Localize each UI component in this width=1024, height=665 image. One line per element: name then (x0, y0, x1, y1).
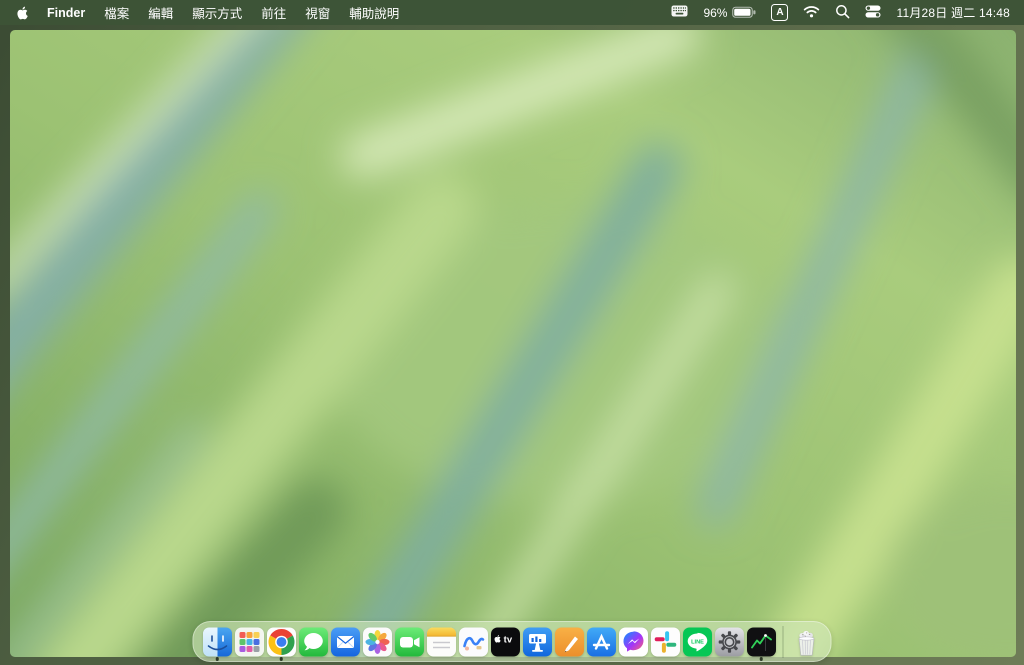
slack-icon (650, 627, 680, 656)
dock-item-notes[interactable] (426, 621, 457, 662)
photos-icon (362, 627, 392, 656)
running-indicator (279, 657, 283, 661)
menu-bar-status: 96% A 11月28日 週二 14:48 (671, 4, 1010, 22)
dock-item-stocks[interactable] (746, 621, 777, 662)
dock-separator (782, 625, 784, 658)
desktop-wallpaper (10, 30, 1016, 657)
menu-item-window[interactable]: 視窗 (305, 3, 330, 22)
trash-full-icon (798, 630, 814, 655)
dock-item-keynote[interactable] (522, 621, 553, 662)
dock-item-trash[interactable] (790, 621, 823, 662)
freeform-icon (458, 627, 488, 656)
facetime-icon (394, 627, 424, 656)
battery-full-icon (732, 6, 756, 18)
dock-item-system-settings[interactable] (714, 621, 745, 662)
dock-item-mail[interactable] (330, 621, 361, 662)
dock-item-apple-tv[interactable]: tv (490, 621, 521, 662)
line-icon: LINE (682, 627, 712, 656)
dock-item-launchpad[interactable] (234, 621, 265, 662)
running-indicator (759, 657, 763, 661)
dock-item-line[interactable]: LINE (682, 621, 713, 662)
dock-item-finder[interactable] (202, 621, 233, 662)
input-source-menu[interactable]: A (771, 4, 789, 21)
grass-wallpaper-image (10, 30, 1016, 657)
dock-item-slack[interactable] (650, 621, 681, 662)
menu-item-finder[interactable]: Finder (47, 6, 85, 20)
dock-item-pages[interactable] (554, 621, 585, 662)
dock-item-facetime[interactable] (394, 621, 425, 662)
messages-icon (298, 627, 328, 656)
search-icon[interactable] (835, 4, 850, 22)
dock-item-messenger[interactable] (618, 621, 649, 662)
messenger-icon (618, 627, 648, 656)
apple-menu[interactable] (14, 5, 28, 21)
battery-percent-label: 96% (703, 5, 728, 20)
apple-tv-label: tv (503, 634, 512, 645)
menu-item-edit[interactable]: 編輯 (148, 3, 173, 22)
dock-item-photos[interactable] (362, 621, 393, 662)
wifi-icon[interactable] (803, 5, 820, 21)
pages-icon (554, 627, 584, 656)
menu-bar-left: Finder 檔案 編輯 顯示方式 前往 視窗 輔助說明 (14, 3, 399, 22)
apple-logo-icon (17, 6, 28, 19)
control-center-icon[interactable] (865, 5, 881, 21)
dock-item-messages[interactable] (298, 621, 329, 662)
keyboard-icon[interactable] (671, 5, 688, 20)
stocks-icon (746, 627, 776, 656)
notes-icon (426, 627, 456, 656)
menu-item-go[interactable]: 前往 (261, 3, 286, 22)
menu-item-view[interactable]: 顯示方式 (192, 3, 242, 22)
app-store-icon (586, 627, 616, 656)
menu-item-help[interactable]: 輔助說明 (349, 3, 399, 22)
dock: tv LINE (192, 621, 832, 662)
launchpad-icon (234, 627, 264, 656)
mail-icon (330, 627, 360, 656)
running-indicator (215, 657, 219, 661)
line-label: LINE (691, 639, 704, 645)
dock-item-chrome[interactable] (266, 621, 297, 662)
keynote-icon (522, 627, 552, 656)
menu-item-file[interactable]: 檔案 (104, 3, 129, 22)
dock-item-freeform[interactable] (458, 621, 489, 662)
menu-bar: Finder 檔案 編輯 顯示方式 前往 視窗 輔助說明 96% A 11月28… (0, 0, 1024, 25)
system-settings-icon (714, 627, 744, 656)
chrome-icon (266, 627, 296, 656)
apple-tv-icon: tv (490, 627, 520, 656)
finder-icon (202, 627, 232, 656)
dock-item-app-store[interactable] (586, 621, 617, 662)
battery-status[interactable]: 96% (703, 6, 756, 20)
clock[interactable]: 11月28日 週二 14:48 (896, 4, 1010, 21)
